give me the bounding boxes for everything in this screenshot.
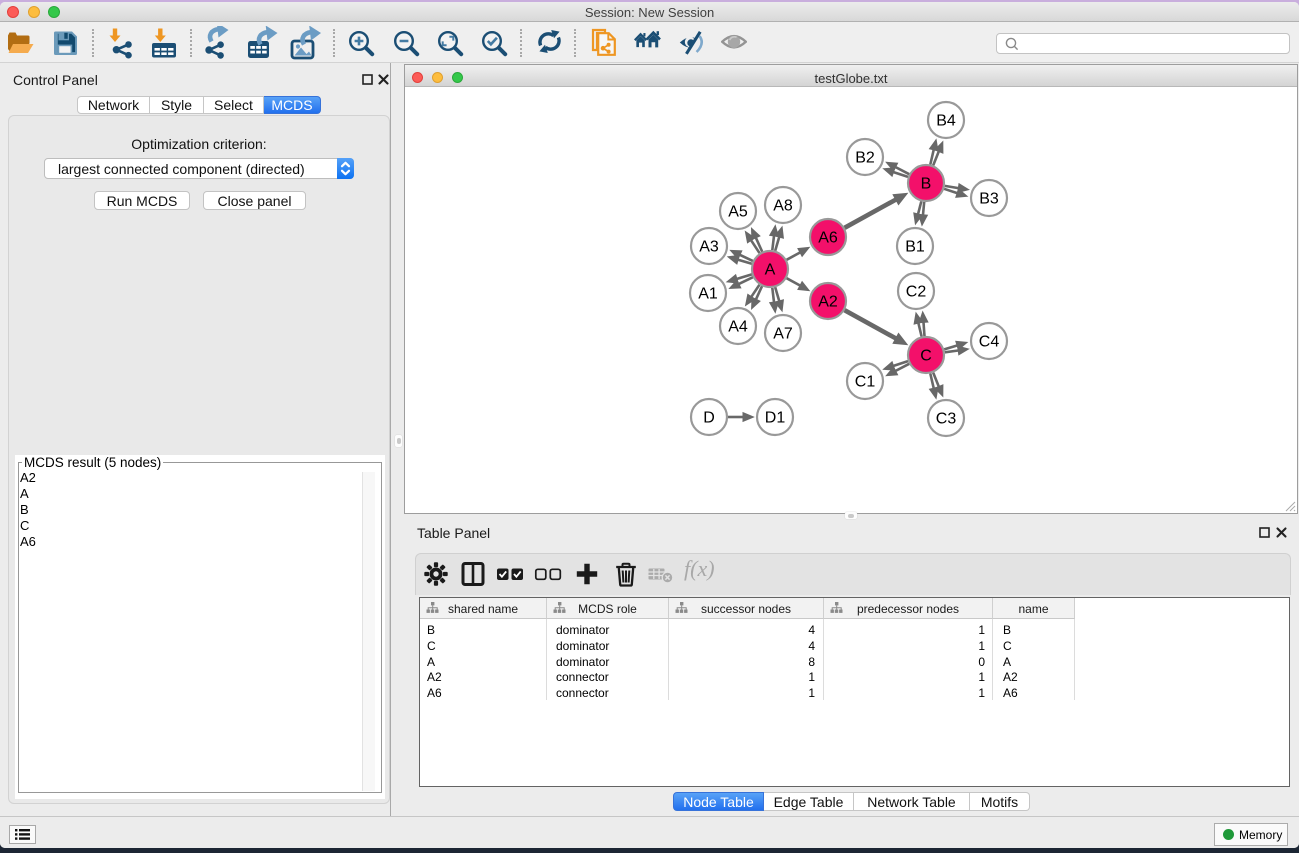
svg-text:B2: B2: [855, 150, 875, 167]
svg-text:D: D: [703, 410, 715, 427]
svg-text:B4: B4: [936, 113, 956, 130]
svg-text:A5: A5: [728, 204, 748, 221]
svg-text:A8: A8: [773, 198, 793, 215]
svg-text:C3: C3: [936, 411, 957, 428]
svg-text:D1: D1: [765, 410, 786, 427]
svg-text:C4: C4: [979, 334, 1000, 351]
svg-text:C: C: [920, 348, 932, 365]
svg-text:B: B: [921, 176, 932, 193]
svg-text:C2: C2: [906, 284, 927, 301]
svg-text:A3: A3: [699, 239, 719, 256]
svg-text:A6: A6: [818, 230, 838, 247]
svg-text:A4: A4: [728, 319, 748, 336]
svg-text:C1: C1: [855, 374, 876, 391]
svg-text:A7: A7: [773, 326, 793, 343]
svg-text:B3: B3: [979, 191, 999, 208]
svg-text:A2: A2: [818, 294, 838, 311]
svg-text:A: A: [765, 262, 776, 279]
svg-text:A1: A1: [698, 286, 718, 303]
svg-text:B1: B1: [905, 239, 925, 256]
